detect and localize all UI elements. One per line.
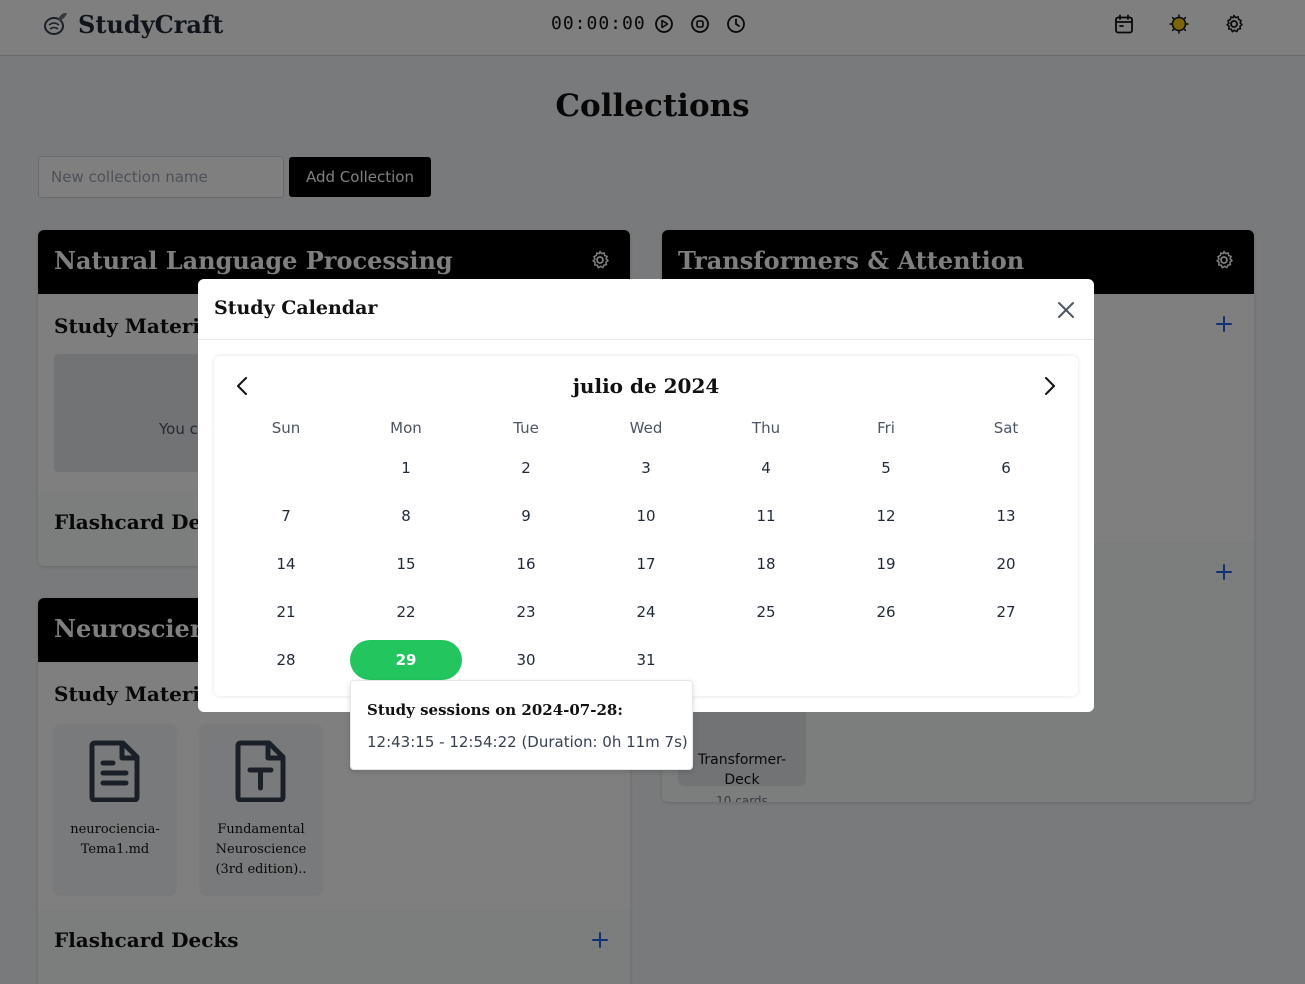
calendar-day[interactable]: 4: [710, 448, 822, 488]
tooltip-session-text: 12:43:15 - 12:54:22 (Duration: 0h 11m 7s…: [367, 733, 688, 751]
calendar-month: julio de 2024: [572, 374, 720, 398]
calendar-day[interactable]: 23: [470, 592, 582, 632]
calendar-day[interactable]: 16: [470, 544, 582, 584]
calendar-day[interactable]: 25: [710, 592, 822, 632]
weekday-header: Thu: [751, 419, 781, 437]
calendar-day[interactable]: 31: [590, 640, 702, 680]
calendar-day[interactable]: 22: [350, 592, 462, 632]
weekday-header: Fri: [877, 419, 895, 437]
calendar-day[interactable]: 21: [230, 592, 342, 632]
calendar: julio de 2024 Sun Mon Tue Wed Thu Fri Sat 1 2 3 4 5…: [214, 356, 1078, 696]
calendar-day[interactable]: 2: [470, 448, 582, 488]
calendar-day[interactable]: 1: [350, 448, 462, 488]
calendar-day[interactable]: 12: [830, 496, 942, 536]
calendar-day-selected[interactable]: 29: [350, 640, 462, 680]
calendar-day[interactable]: 30: [470, 640, 582, 680]
close-icon[interactable]: [1055, 299, 1077, 321]
calendar-day[interactable]: 13: [950, 496, 1062, 536]
weekday-header: Mon: [390, 419, 422, 437]
calendar-day[interactable]: 11: [710, 496, 822, 536]
calendar-day[interactable]: 10: [590, 496, 702, 536]
modal-title: Study Calendar: [214, 297, 378, 319]
calendar-day[interactable]: 15: [350, 544, 462, 584]
weekday-header: Sun: [271, 419, 301, 437]
calendar-day[interactable]: 20: [950, 544, 1062, 584]
calendar-day[interactable]: 28: [230, 640, 342, 680]
chevron-right-icon[interactable]: [1040, 374, 1060, 398]
calendar-day[interactable]: 18: [710, 544, 822, 584]
calendar-day[interactable]: 24: [590, 592, 702, 632]
calendar-day[interactable]: 7: [230, 496, 342, 536]
study-calendar-modal: Study Calendar julio de 2024 Sun Mon Tue We…: [198, 279, 1094, 712]
calendar-day[interactable]: 27: [950, 592, 1062, 632]
calendar-day[interactable]: 5: [830, 448, 942, 488]
calendar-day[interactable]: 17: [590, 544, 702, 584]
study-session-tooltip: Study sessions on 2024-07-28: 12:43:15 -…: [350, 680, 693, 770]
calendar-day[interactable]: 14: [230, 544, 342, 584]
calendar-day[interactable]: 3: [590, 448, 702, 488]
weekday-header: Wed: [629, 419, 663, 437]
calendar-day[interactable]: 8: [350, 496, 462, 536]
calendar-day[interactable]: 26: [830, 592, 942, 632]
calendar-day[interactable]: 6: [950, 448, 1062, 488]
calendar-day[interactable]: 19: [830, 544, 942, 584]
modal-header: Study Calendar: [198, 279, 1094, 340]
weekday-header: Tue: [513, 419, 539, 437]
weekday-header: Sat: [993, 419, 1019, 437]
calendar-day[interactable]: 9: [470, 496, 582, 536]
tooltip-title: Study sessions on 2024-07-28:: [367, 701, 623, 719]
